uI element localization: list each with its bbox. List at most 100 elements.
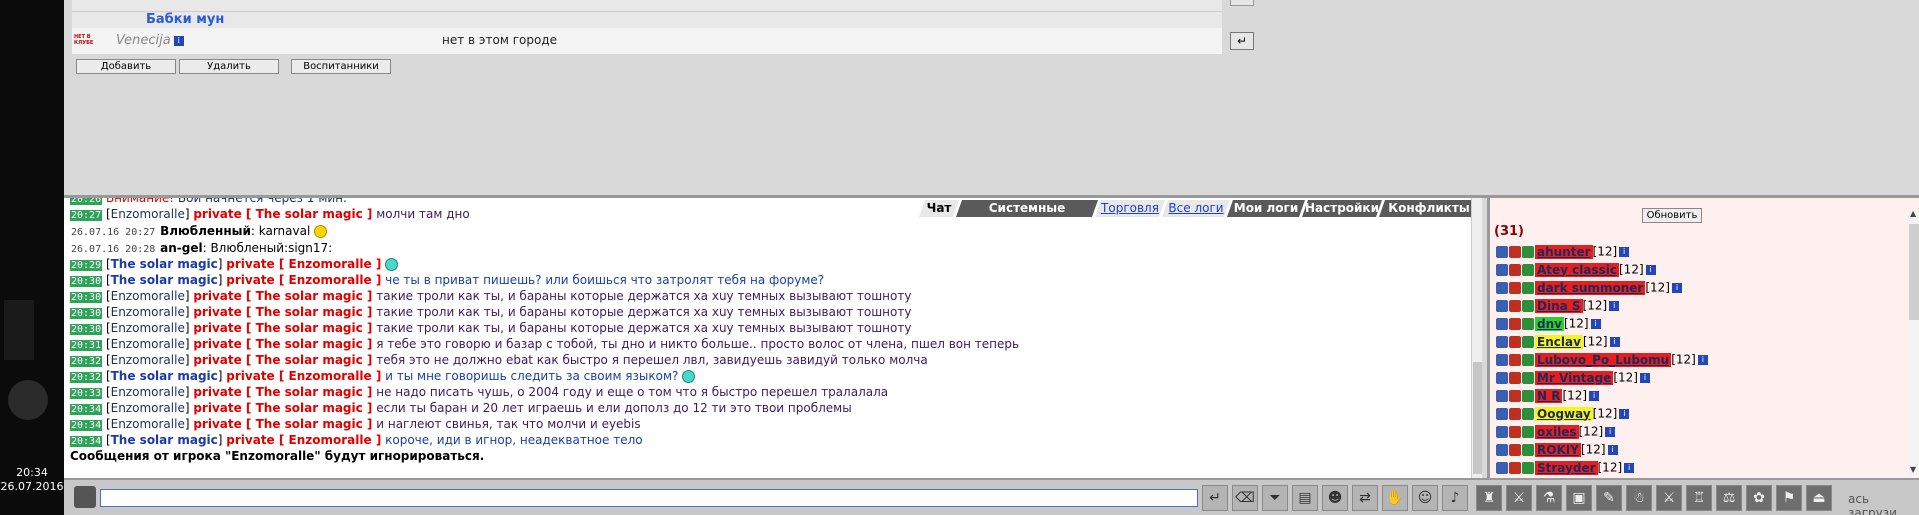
chat-username[interactable]: Enzomoralle <box>111 353 185 367</box>
tab-conflicts[interactable]: Конфликты <box>1379 200 1479 217</box>
bag-icon[interactable]: ♜ <box>1476 485 1502 511</box>
info-icon[interactable]: i <box>1619 246 1630 257</box>
chat-timestamp[interactable]: 20:30 <box>70 324 103 335</box>
chat-timestamp[interactable]: 20:27 <box>70 210 103 221</box>
private-tag[interactable]: private [ Enzomoralle ] <box>226 433 381 447</box>
private-tag[interactable]: private [ The solar magic ] <box>193 417 372 431</box>
castle-icon[interactable]: ♖ <box>1686 485 1712 511</box>
online-scrollbar[interactable]: ▲ ▼ <box>1908 210 1919 476</box>
chat-timestamp[interactable]: 20:31 <box>70 340 103 351</box>
enter-icon[interactable]: ↵ <box>1202 485 1228 511</box>
player-nick[interactable]: Lubovo_Po_Lubomu <box>1535 352 1672 367</box>
info-icon[interactable]: i <box>1639 372 1650 383</box>
tab-all-logs[interactable]: Все логи <box>1162 200 1230 217</box>
chat-timestamp[interactable]: 20:34 <box>70 404 103 415</box>
member-nick[interactable]: Venecija i <box>116 33 184 48</box>
chat-scrollbar-thumb[interactable] <box>1473 362 1482 474</box>
private-tag[interactable]: private [ The solar magic ] <box>193 353 372 367</box>
chat-username[interactable]: Enzomoralle <box>111 305 185 319</box>
scroll-up-button[interactable] <box>1230 0 1254 6</box>
tab-my-logs[interactable]: Мои логи <box>1227 200 1305 217</box>
private-chat-icon[interactable] <box>1496 371 1508 384</box>
pupils-button[interactable]: Воспитанники <box>291 59 391 74</box>
chat-username[interactable]: Enzomoralle <box>111 207 185 221</box>
online-scrollbar-thumb[interactable] <box>1909 224 1919 320</box>
eraser-icon[interactable]: ⌫ <box>1232 485 1258 511</box>
delete-button[interactable]: Удалить <box>179 59 279 74</box>
info-icon[interactable]: i <box>1589 390 1600 401</box>
private-chat-icon[interactable] <box>1496 263 1508 276</box>
info-icon[interactable]: i <box>1624 462 1635 473</box>
add-button[interactable]: Добавить <box>76 59 176 74</box>
scales-icon[interactable]: ⚖ <box>1716 485 1742 511</box>
player-nick[interactable]: oxiles <box>1535 424 1579 439</box>
chat-username[interactable]: an-gel <box>160 241 202 255</box>
mask-icon[interactable]: ☃ <box>1626 485 1652 511</box>
crossed-swords-icon[interactable]: ⚔ <box>1656 485 1682 511</box>
private-tag[interactable]: private [ The solar magic ] <box>193 385 372 399</box>
chat-username[interactable]: Enzomoralle <box>111 417 185 431</box>
player-nick[interactable]: Strayder <box>1535 460 1598 475</box>
private-chat-icon[interactable] <box>1496 317 1508 330</box>
info-icon[interactable]: i <box>1619 408 1630 419</box>
private-chat-icon[interactable] <box>1496 299 1508 312</box>
chat-timestamp[interactable]: 20:26 <box>70 198 103 205</box>
hand-icon[interactable]: ✋ <box>1382 485 1408 511</box>
private-tag[interactable]: private [ The solar magic ] <box>193 401 372 415</box>
player-nick[interactable]: N R <box>1535 388 1563 403</box>
private-chat-icon[interactable] <box>1496 425 1508 438</box>
smile-icon[interactable]: ☺ <box>1412 485 1438 511</box>
chat-timestamp[interactable]: 26.07.16 20:27 <box>70 227 156 238</box>
private-chat-icon[interactable] <box>1496 353 1508 366</box>
private-tag[interactable]: private [ The solar magic ] <box>193 289 372 303</box>
chat-timestamp[interactable]: 20:34 <box>70 420 103 431</box>
private-chat-icon[interactable] <box>1496 245 1508 258</box>
chat-username[interactable]: The solar magic <box>111 433 218 447</box>
chat-username[interactable]: Enzomoralle <box>111 337 185 351</box>
info-icon[interactable]: i <box>1697 354 1708 365</box>
chat-timestamp[interactable]: 20:34 <box>70 436 103 447</box>
tab-settings[interactable]: Настройки <box>1302 200 1382 217</box>
potion-icon[interactable]: ⚗ <box>1536 485 1562 511</box>
private-chat-icon[interactable] <box>1496 281 1508 294</box>
filter-icon[interactable]: ⏷ <box>1262 485 1288 511</box>
walk-icon[interactable]: ☻ <box>1322 485 1348 511</box>
chat-scrollbar[interactable] <box>1471 198 1482 478</box>
private-chat-icon[interactable] <box>1496 389 1508 402</box>
chest-icon[interactable]: ▣ <box>1566 485 1592 511</box>
chat-mode-icon[interactable] <box>74 486 96 508</box>
info-icon[interactable]: i <box>1645 264 1656 275</box>
private-tag[interactable]: private [ Enzomoralle ] <box>226 369 381 383</box>
paws-icon[interactable]: ✿ <box>1746 485 1772 511</box>
system-clock[interactable]: 20:34 26.07.2016 <box>0 466 64 494</box>
private-chat-icon[interactable] <box>1496 443 1508 456</box>
speaker-icon[interactable]: ♪ <box>1442 485 1468 511</box>
info-icon[interactable]: i <box>1609 336 1620 347</box>
chat-username[interactable]: Enzomoralle <box>111 289 185 303</box>
chat-username[interactable]: Enzomoralle <box>111 401 185 415</box>
save-icon[interactable]: ▤ <box>1292 485 1318 511</box>
player-nick[interactable]: Mr Vintage <box>1535 370 1614 385</box>
info-icon[interactable]: i <box>1671 282 1682 293</box>
player-nick[interactable]: ahunter <box>1535 244 1593 259</box>
info-icon[interactable]: i <box>1607 444 1618 455</box>
spear-icon[interactable]: ⚔ <box>1506 485 1532 511</box>
info-icon[interactable]: i <box>173 35 184 46</box>
player-nick[interactable]: Oogway <box>1535 406 1593 421</box>
chat-username[interactable]: Enzomoralle <box>111 321 185 335</box>
scroll-up-arrow-icon[interactable]: ▲ <box>1910 210 1918 218</box>
chat-username[interactable]: Влюбленный <box>160 224 251 238</box>
chat-timestamp[interactable]: 26.07.16 20:28 <box>70 244 156 255</box>
player-nick[interactable]: Atey classic <box>1535 262 1619 277</box>
player-nick[interactable]: Dina S <box>1535 298 1583 313</box>
chat-log[interactable]: 20:26 Внимание! Бой начнется через 1 мин… <box>70 198 1470 478</box>
private-chat-icon[interactable] <box>1496 335 1508 348</box>
tab-system-messages[interactable]: Системные сообщения <box>956 200 1098 217</box>
private-chat-icon[interactable] <box>1496 407 1508 420</box>
chat-timestamp[interactable]: 20:32 <box>70 372 103 383</box>
tab-chat[interactable]: Чат <box>919 200 959 217</box>
chat-timestamp[interactable]: 20:33 <box>70 388 103 399</box>
flag-icon[interactable]: ⚑ <box>1776 485 1802 511</box>
chat-username[interactable]: Enzomoralle <box>111 385 185 399</box>
chat-username[interactable]: The solar magic <box>111 257 218 271</box>
